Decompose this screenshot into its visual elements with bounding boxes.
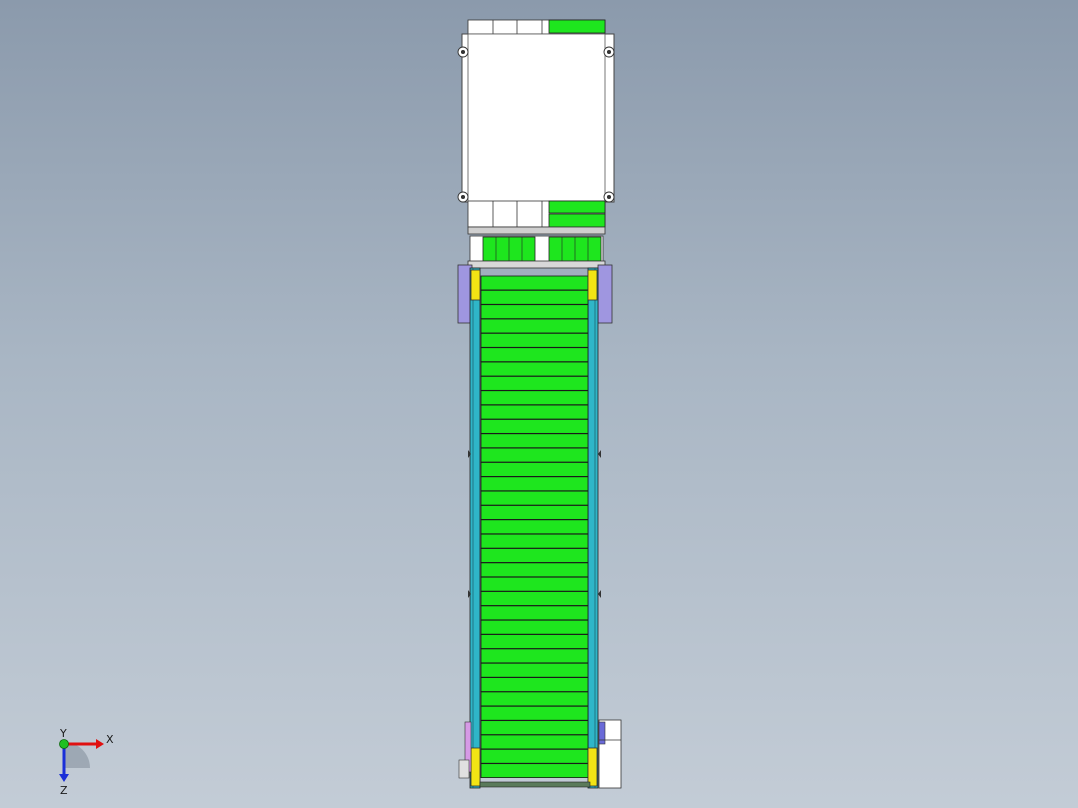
belt-slat — [480, 433, 589, 449]
belt-slat — [480, 390, 589, 406]
y-axis-dot — [59, 739, 69, 749]
belt-slat — [480, 562, 589, 578]
belt-slat — [480, 705, 589, 721]
belt-slat — [480, 419, 589, 434]
belt-slat — [480, 275, 589, 291]
belt-slat — [480, 462, 589, 477]
belt-slat — [480, 375, 589, 391]
z-axis-label: Z — [60, 784, 68, 797]
belt-slat — [480, 634, 589, 649]
coordinate-triad-icon: X Y Z — [59, 728, 114, 797]
belt-slat — [480, 505, 589, 520]
belt-slat — [480, 318, 589, 334]
belt-slat — [480, 289, 589, 305]
belt-slat — [480, 591, 589, 606]
hopper-housing — [457, 19, 615, 269]
conveyor-model[interactable] — [0, 0, 1078, 808]
belt-slat — [480, 648, 589, 664]
belt-slat — [480, 533, 589, 549]
belt-slat — [480, 304, 589, 320]
belt-slat — [480, 404, 589, 420]
belt-slat — [480, 347, 589, 363]
belt-slat — [480, 662, 589, 678]
belt-slat — [480, 490, 589, 506]
belt-slats — [480, 275, 589, 778]
belt-slat — [480, 763, 589, 778]
belt-slat — [480, 361, 589, 377]
belt-slat — [480, 748, 589, 764]
belt-slat — [480, 605, 589, 621]
belt-slat — [480, 332, 589, 348]
belt-slat — [480, 677, 589, 692]
belt-slat — [480, 519, 589, 535]
belt-slat — [480, 576, 589, 592]
belt-slat — [480, 447, 589, 463]
belt-slat — [480, 691, 589, 707]
belt-slat — [480, 476, 589, 492]
belt-slat — [480, 734, 589, 750]
belt-slat — [480, 619, 589, 635]
x-axis-label: X — [106, 733, 114, 746]
y-axis-label: Y — [59, 728, 67, 740]
cad-graphics-area[interactable]: X Y Z — [0, 0, 1078, 808]
belt-slat — [480, 548, 589, 563]
belt-slat — [480, 720, 589, 735]
